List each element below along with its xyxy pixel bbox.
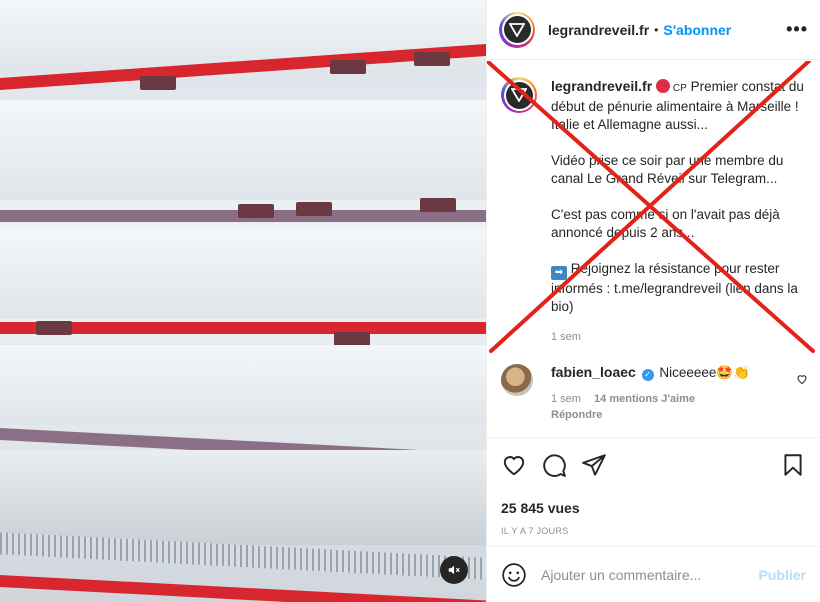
price-tag — [414, 52, 450, 66]
post-header: legrandreveil.fr • S'abonner ••• — [487, 0, 820, 60]
logo-icon — [511, 88, 527, 102]
comment-time: 1 sem — [551, 393, 581, 405]
reply-button[interactable]: Répondre — [551, 409, 750, 421]
comment-icon[interactable] — [541, 452, 567, 478]
comment-item: fabien_loaec ✓ Niceeeee🤩👏 1 sem 14 menti… — [501, 364, 808, 421]
comment-avatar[interactable] — [501, 364, 533, 396]
emoji-icon[interactable] — [501, 562, 527, 588]
separator: • — [654, 22, 659, 37]
caption-para2: Vidéo prise ce soir par une membre du ca… — [551, 153, 784, 186]
comment-emojis: 🤩👏 — [716, 365, 751, 380]
small-heart-icon[interactable] — [796, 372, 808, 390]
publish-button[interactable]: Publier — [759, 567, 806, 583]
price-tag — [334, 332, 370, 346]
shelf-panel — [0, 100, 486, 200]
comments-area[interactable]: legrandreveil.fr CP Premier constat du d… — [487, 61, 820, 437]
arrow-icon: ➡ — [551, 266, 567, 280]
heart-icon[interactable] — [501, 452, 527, 478]
price-tag — [420, 198, 456, 212]
caption-para4: Rejoignez la résistance pour rester info… — [551, 261, 798, 314]
mute-button[interactable] — [440, 556, 468, 584]
shelf-edge — [0, 322, 486, 334]
post-actions: 25 845 vues IL Y A 7 JOURS — [487, 437, 820, 536]
price-tag — [140, 76, 176, 90]
follow-button[interactable]: S'abonner — [663, 22, 731, 38]
price-tag — [238, 204, 274, 218]
red-circle-icon — [655, 79, 670, 93]
price-tag — [330, 60, 366, 74]
avatar[interactable] — [499, 11, 535, 48]
view-count[interactable]: 25 845 vues — [501, 500, 806, 516]
header-username[interactable]: legrandreveil.fr — [548, 22, 649, 38]
caption-avatar[interactable] — [501, 77, 537, 113]
caption-time: 1 sem — [551, 331, 581, 343]
caption-username[interactable]: legrandreveil.fr — [551, 78, 652, 94]
more-icon[interactable]: ••• — [786, 19, 808, 40]
caption-para3: C'est pas comme si on l'avait pas déjà a… — [551, 207, 780, 240]
comment-text: Niceeeee — [659, 365, 717, 380]
shelf-panel — [0, 345, 486, 425]
post-date: IL Y A 7 JOURS — [501, 526, 569, 536]
comment-input[interactable] — [541, 566, 759, 583]
shelf-panel — [0, 228, 486, 318]
verified-icon: ✓ — [641, 369, 654, 381]
bookmark-icon[interactable] — [780, 452, 806, 478]
shelf-panel — [0, 450, 486, 545]
mute-icon — [448, 565, 460, 575]
cp-label: CP — [672, 83, 687, 94]
price-tag — [296, 202, 332, 216]
caption: legrandreveil.fr CP Premier constat du d… — [501, 77, 808, 346]
post-panel: legrandreveil.fr • S'abonner ••• legrand… — [486, 0, 820, 602]
share-icon[interactable] — [581, 452, 607, 478]
logo-icon — [509, 22, 525, 37]
post-video[interactable] — [0, 0, 486, 602]
price-tag — [36, 321, 72, 335]
shelf-edge — [0, 575, 486, 602]
comment-username[interactable]: fabien_loaec — [551, 364, 636, 380]
comment-likes[interactable]: 14 mentions J'aime — [594, 393, 695, 405]
comment-composer: Publier — [487, 546, 820, 602]
